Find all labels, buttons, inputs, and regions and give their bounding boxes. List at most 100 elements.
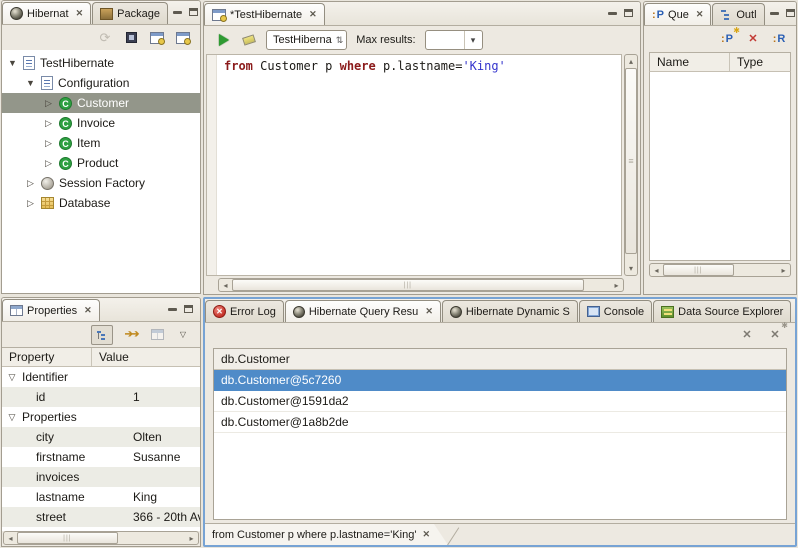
close-result-button[interactable]: ✕	[739, 325, 755, 343]
view-menu-icon: ▽	[180, 330, 186, 339]
minimize-icon[interactable]	[173, 11, 182, 14]
show-advanced-properties-button[interactable]: ➔➔	[123, 326, 139, 344]
close-icon[interactable]: ✕	[76, 8, 84, 19]
close-icon[interactable]: ✕	[309, 9, 317, 20]
restore-default-button[interactable]	[149, 326, 165, 344]
remove-parameter-button[interactable]: ✕	[745, 30, 761, 48]
tab-package-explorer[interactable]: Package	[92, 2, 168, 24]
property-row-properties[interactable]: ▽Properties	[2, 407, 200, 427]
column-name[interactable]: Name	[650, 53, 729, 71]
scroll-up-icon[interactable]: ▴	[625, 55, 637, 68]
category-expander-icon[interactable]: ▽	[7, 372, 17, 383]
property-row-firstname[interactable]: firstname Susanne	[2, 447, 200, 467]
maximize-icon[interactable]	[189, 8, 198, 16]
category-expander-icon[interactable]: ▽	[7, 412, 17, 423]
results-column-header[interactable]: db.Customer	[214, 349, 786, 370]
maximize-icon[interactable]	[624, 9, 633, 17]
minimize-icon[interactable]	[608, 12, 617, 15]
tree-item-customer[interactable]: ▷ C Customer	[2, 93, 200, 113]
scroll-right-icon[interactable]: ▸	[185, 532, 198, 544]
editor-horizontal-scrollbar[interactable]: ◂ ||| ▸	[218, 278, 624, 292]
max-results-combo[interactable]: ▾	[425, 30, 483, 50]
minimize-icon[interactable]	[796, 309, 797, 312]
tab-label: Hibernate Dynamic S	[466, 306, 570, 318]
column-value[interactable]: Value	[91, 348, 200, 366]
add-parameter-button[interactable]: :P ✱	[719, 30, 735, 48]
close-icon[interactable]: ✕	[696, 9, 704, 20]
property-row-id[interactable]: id 1	[2, 387, 200, 407]
configuration-combo[interactable]: TestHiberna ⇅	[266, 30, 347, 50]
expander-icon[interactable]: ▷	[43, 118, 54, 129]
tree-item-database[interactable]: ▷ Database	[2, 193, 200, 213]
property-row-city[interactable]: city Olten	[2, 427, 200, 447]
properties-horizontal-scrollbar[interactable]: ◂ ||| ▸	[3, 531, 199, 545]
scroll-down-icon[interactable]: ▾	[625, 262, 637, 275]
refresh-button[interactable]: ⟳	[97, 29, 113, 47]
minimize-icon[interactable]	[770, 12, 779, 15]
scroll-left-icon[interactable]: ◂	[650, 264, 663, 276]
clear-editor-button[interactable]	[241, 31, 257, 49]
scroll-left-icon[interactable]: ◂	[219, 279, 232, 291]
property-row-invoices[interactable]: invoices	[2, 467, 200, 487]
code-area[interactable]: from Customer p where p.lastname='King'	[206, 54, 622, 276]
parameters-table-header: Name Type	[649, 52, 791, 72]
expander-icon[interactable]: ▷	[43, 138, 54, 149]
minimize-icon[interactable]	[168, 308, 177, 311]
tab-hibernate-dynamic-sql[interactable]: Hibernate Dynamic S	[442, 300, 578, 322]
open-criteria-editor-button[interactable]	[175, 29, 191, 47]
property-row-lastname[interactable]: lastname King	[2, 487, 200, 507]
scroll-left-icon[interactable]: ◂	[4, 532, 17, 544]
maximize-icon[interactable]	[184, 305, 193, 313]
tab-data-source-explorer[interactable]: Data Source Explorer	[653, 300, 791, 322]
scroll-right-icon[interactable]: ▸	[777, 264, 790, 276]
add-configuration-button[interactable]	[123, 29, 139, 47]
tab-query-parameters[interactable]: :P Que ✕	[644, 3, 711, 25]
expander-icon[interactable]: ▷	[25, 178, 36, 189]
tab-error-log[interactable]: ✕ Error Log	[205, 300, 284, 322]
tab-hibernate-configurations[interactable]: Hibernat ✕	[2, 2, 91, 24]
maximize-icon[interactable]	[786, 9, 795, 17]
column-type[interactable]: Type	[729, 53, 790, 71]
editor-vertical-scrollbar[interactable]: ▴ ≡ ▾	[624, 54, 638, 276]
eclipse-workbench: Hibernat ✕ Package ⟳ ▼ TestHibernate	[0, 0, 798, 548]
tab-console[interactable]: Console	[579, 300, 652, 322]
chevron-down-icon[interactable]: ▾	[464, 31, 482, 49]
close-all-results-button[interactable]: ✕✱	[767, 325, 783, 343]
tab-testhibernate-editor[interactable]: *TestHibernate ✕	[204, 3, 325, 25]
ignore-parameters-button[interactable]: :R	[771, 30, 787, 48]
results-toolbar: ✕ ✕✱	[205, 323, 795, 345]
open-hql-editor-button[interactable]	[149, 29, 165, 47]
close-icon[interactable]: ✕	[425, 306, 433, 317]
result-row[interactable]: db.Customer@1a8b2de	[214, 412, 786, 433]
property-row-identifier[interactable]: ▽Identifier	[2, 367, 200, 387]
show-categories-button[interactable]	[91, 325, 113, 345]
tab-hibernate-query-results[interactable]: Hibernate Query Resu ✕	[285, 300, 441, 322]
result-row[interactable]: db.Customer@5c7260	[214, 370, 786, 391]
expander-icon[interactable]: ▼	[7, 58, 18, 68]
view-menu-button[interactable]: ▽	[175, 326, 191, 344]
result-row[interactable]: db.Customer@1591da2	[214, 391, 786, 412]
tab-outline[interactable]: Outl	[712, 3, 764, 25]
tab-properties[interactable]: Properties ✕	[2, 299, 100, 321]
close-icon[interactable]: ✕	[84, 305, 92, 316]
run-query-button[interactable]	[216, 31, 232, 49]
close-icon[interactable]: ✕	[422, 529, 430, 540]
query-result-tab[interactable]: from Customer p where p.lastname='King' …	[205, 524, 434, 545]
params-horizontal-scrollbar[interactable]: ◂ ||| ▸	[649, 263, 791, 277]
sparkle-icon: ✱	[733, 26, 740, 35]
parameters-table-body[interactable]	[649, 72, 791, 261]
expander-icon[interactable]: ▷	[25, 198, 36, 209]
tree-item-testhibernate[interactable]: ▼ TestHibernate	[2, 53, 200, 73]
property-row-street[interactable]: street 366 - 20th Ave.	[2, 507, 200, 527]
outline-icon	[720, 9, 732, 21]
tree-item-invoice[interactable]: ▷ C Invoice	[2, 113, 200, 133]
expander-icon[interactable]: ▷	[43, 158, 54, 169]
expander-icon[interactable]: ▷	[43, 98, 54, 109]
tree-item-product[interactable]: ▷ C Product	[2, 153, 200, 173]
expander-icon[interactable]: ▼	[25, 78, 36, 88]
tree-item-item[interactable]: ▷ C Item	[2, 133, 200, 153]
tree-item-configuration[interactable]: ▼ Configuration	[2, 73, 200, 93]
column-property[interactable]: Property	[2, 348, 91, 366]
tree-item-session-factory[interactable]: ▷ Session Factory	[2, 173, 200, 193]
scroll-right-icon[interactable]: ▸	[610, 279, 623, 291]
